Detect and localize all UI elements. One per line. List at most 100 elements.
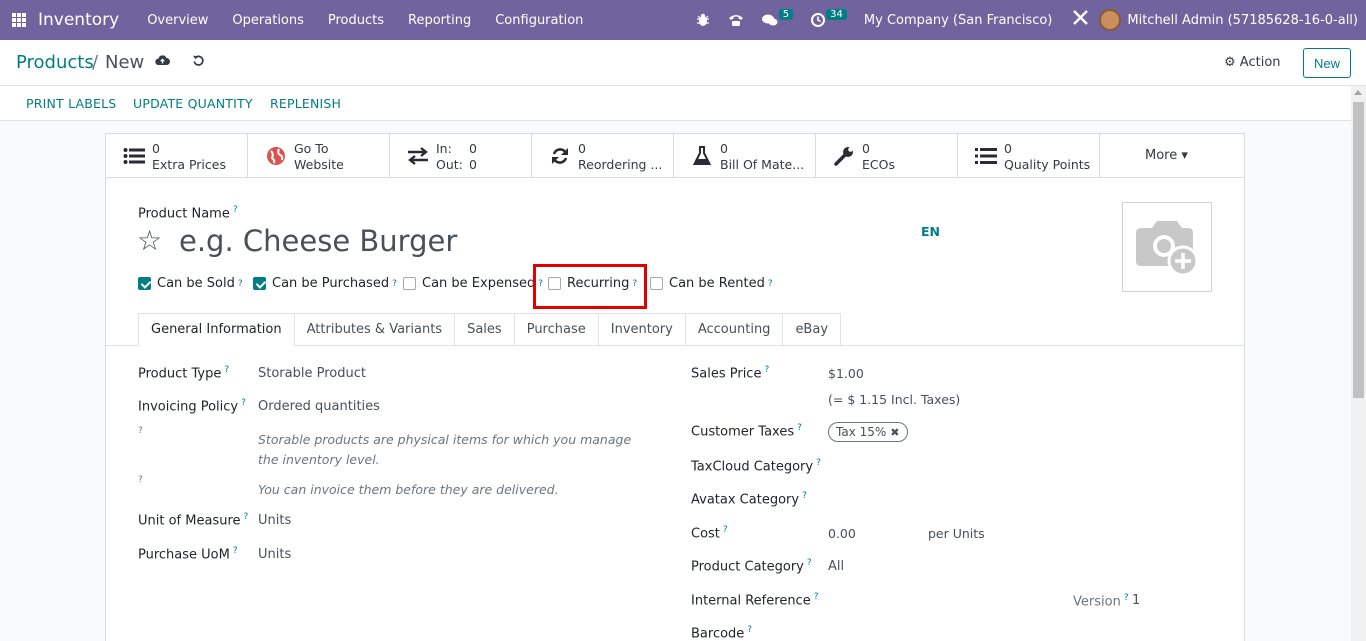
messages-icon[interactable]: 5 [761, 8, 794, 27]
tab-general-information[interactable]: General Information [138, 313, 295, 346]
user-avatar[interactable] [1099, 9, 1122, 31]
bug-icon[interactable] [696, 13, 710, 27]
discard-icon[interactable] [192, 54, 205, 71]
app-name[interactable]: Inventory [38, 10, 119, 30]
can-be-expensed-checkbox[interactable]: Can be Expensed? [403, 276, 543, 291]
quality-points-button[interactable]: 0 Quality Points [958, 134, 1100, 178]
tab-purchase[interactable]: Purchase [514, 313, 599, 346]
product-type-help-text: Storable products are physical items for… [258, 432, 632, 467]
internal-reference-label: Internal Reference? [691, 592, 819, 609]
incl-taxes-text: (= $ 1.15 Incl. Taxes) [828, 392, 961, 407]
favorite-star-icon[interactable]: ☆ [137, 224, 162, 257]
new-button[interactable]: New [1303, 48, 1351, 78]
remove-tag-icon[interactable]: ✖ [890, 426, 899, 439]
reordering-button[interactable]: 0 Reordering ... [532, 134, 674, 178]
breadcrumb-separator: / [92, 52, 99, 73]
breadcrumb-current: New [105, 52, 145, 73]
product-category-field[interactable]: All [828, 559, 844, 574]
extra-prices-count: 0 [152, 141, 160, 156]
tax-tag[interactable]: Tax 15% ✖ [828, 422, 908, 442]
help-mark: ? [138, 426, 143, 436]
in-out-button[interactable]: In: 0 Out: 0 [390, 134, 532, 178]
menu-overview[interactable]: Overview [147, 13, 208, 28]
company-switcher[interactable]: My Company (San Francisco) [864, 13, 1052, 28]
purchase-uom-field[interactable]: Units [258, 547, 291, 562]
phone-icon[interactable] [728, 13, 744, 27]
tab-accounting[interactable]: Accounting [685, 313, 784, 346]
menu-operations[interactable]: Operations [232, 13, 303, 28]
invoicing-policy-label: Invoicing Policy? [138, 398, 246, 415]
refresh-icon [548, 146, 572, 171]
per-units-text: per Units [928, 526, 985, 541]
activity-clock-icon[interactable]: 34 [811, 8, 847, 27]
replenish-button[interactable]: REPLENISH [270, 96, 341, 111]
language-button[interactable]: EN [921, 224, 940, 239]
smart-buttons-row: 0 Extra Prices Go To Website In: 0 Out: … [106, 134, 1244, 178]
checkbox-checked[interactable] [138, 277, 151, 290]
product-name-input[interactable]: e.g. Cheese Burger [179, 224, 457, 258]
menu-products[interactable]: Products [328, 13, 384, 28]
caret-down-icon: ▾ [1181, 148, 1188, 163]
camera-plus-icon [1136, 221, 1199, 277]
breadcrumb-products[interactable]: Products [16, 52, 94, 73]
barcode-label: Barcode? [691, 625, 753, 641]
messages-count-badge: 5 [778, 8, 794, 20]
tab-sales[interactable]: Sales [455, 313, 515, 346]
tab-inventory[interactable]: Inventory [598, 313, 686, 346]
ecos-button[interactable]: 0 ECOs [816, 134, 958, 178]
website-line2: Website [294, 157, 344, 172]
taxcloud-category-label: TaxCloud Category? [691, 458, 821, 475]
can-be-purchased-checkbox[interactable]: Can be Purchased? [253, 276, 397, 291]
scroll-up-arrow-icon[interactable] [1354, 90, 1362, 95]
avatax-category-label: Avatax Category? [691, 491, 807, 508]
checkbox-unchecked[interactable] [650, 277, 663, 290]
globe-icon [264, 146, 288, 171]
can-be-rented-checkbox[interactable]: Can be Rented? [650, 276, 773, 291]
gear-icon: ⚙ [1224, 55, 1236, 70]
help-tooltip[interactable]: ? [233, 205, 238, 215]
bom-count: 0 [720, 141, 728, 156]
checkbox-unchecked[interactable] [403, 277, 416, 290]
cloud-upload-icon[interactable] [155, 54, 170, 70]
action-label: Action [1239, 55, 1281, 70]
checkbox-checked[interactable] [253, 277, 266, 290]
product-type-label: Product Type? [138, 365, 230, 382]
unit-of-measure-field[interactable]: Units [258, 513, 291, 528]
menu-configuration[interactable]: Configuration [495, 13, 583, 28]
exchange-arrows-icon [406, 146, 430, 170]
more-button[interactable]: More ▾ [1100, 134, 1242, 178]
form-sheet: 0 Extra Prices Go To Website In: 0 Out: … [105, 133, 1245, 641]
purchase-uom-label: Purchase UoM? [138, 546, 238, 563]
invoicing-help-text: You can invoice them before they are del… [258, 482, 559, 497]
in-value: 0 [469, 141, 477, 156]
action-menu-button[interactable]: ⚙ Action [1224, 55, 1281, 70]
quality-points-count: 0 [1004, 141, 1012, 156]
update-quantity-button[interactable]: UPDATE QUANTITY [133, 96, 253, 111]
extra-prices-button[interactable]: 0 Extra Prices [106, 134, 248, 178]
tools-icon[interactable] [1072, 9, 1089, 31]
wrench-icon [832, 146, 856, 171]
out-label: Out: [436, 157, 463, 172]
scrollbar-thumb[interactable] [1353, 102, 1364, 398]
print-labels-button[interactable]: PRINT LABELS [26, 96, 116, 111]
product-image-upload[interactable] [1122, 202, 1212, 292]
user-menu[interactable]: Mitchell Admin (57185628-16-0-all) [1127, 13, 1358, 28]
cost-field[interactable]: 0.00 [828, 526, 856, 541]
bom-label: Bill Of Mate... [720, 157, 805, 172]
form-header-bar: PRINT LABELS UPDATE QUANTITY REPLENISH [0, 86, 1351, 121]
sales-price-field[interactable]: $1.00 [828, 366, 864, 381]
customer-taxes-label: Customer Taxes? [691, 423, 802, 440]
go-to-website-button[interactable]: Go To Website [248, 134, 390, 178]
menu-reporting[interactable]: Reporting [408, 13, 471, 28]
bill-of-materials-button[interactable]: 0 Bill Of Mate... [674, 134, 816, 178]
invoicing-policy-select[interactable]: Ordered quantities [258, 399, 380, 414]
can-be-sold-checkbox[interactable]: Can be Sold? [138, 276, 243, 291]
apps-grid-icon[interactable] [12, 13, 26, 27]
version-field[interactable]: 1 [1132, 593, 1140, 608]
quality-points-label: Quality Points [1004, 157, 1091, 172]
website-line1: Go To [294, 141, 329, 156]
reordering-label: Reordering ... [578, 157, 663, 172]
product-type-select[interactable]: Storable Product [258, 366, 366, 381]
tab-ebay[interactable]: eBay [783, 313, 842, 346]
tab-attributes-variants[interactable]: Attributes & Variants [294, 313, 456, 346]
